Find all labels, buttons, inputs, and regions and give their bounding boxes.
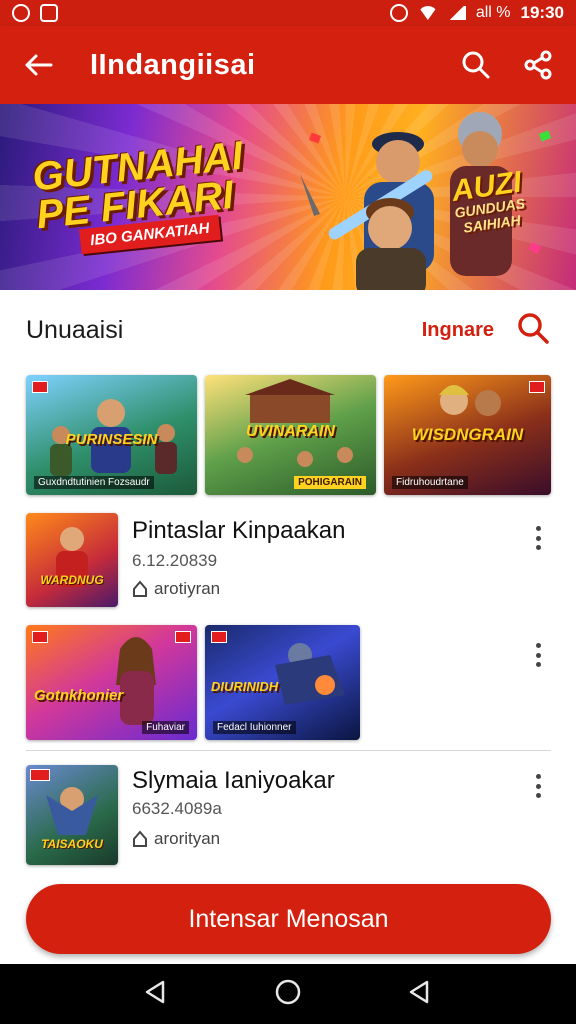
list-item-title: Slymaia Ianiyoakar bbox=[132, 767, 335, 794]
thumbnail-caption: Fuhaviar bbox=[142, 721, 189, 734]
back-button[interactable] bbox=[16, 43, 60, 87]
nav-home-button[interactable] bbox=[274, 978, 302, 1011]
primary-action-button[interactable]: Intensar Menosan bbox=[26, 884, 551, 954]
alarm-icon bbox=[389, 4, 408, 22]
section-title: Unuaaisi bbox=[26, 315, 124, 344]
share-button[interactable] bbox=[516, 43, 560, 87]
thumbnail-title: UVINARAIN bbox=[246, 423, 335, 440]
list-item-meta: 6.12.20839 bbox=[132, 551, 218, 570]
search-icon bbox=[518, 312, 549, 344]
thumbnail-caption: Guxdndtutinien Fozsaudr bbox=[34, 476, 154, 489]
section-header: Unuaaisi Ingnare bbox=[0, 290, 576, 370]
page-title: IIndangiisai bbox=[90, 48, 256, 81]
list-item-owner: arotiyran bbox=[132, 579, 220, 599]
system-nav-bar bbox=[0, 964, 576, 1024]
app-bar: IIndangiisai bbox=[0, 26, 576, 104]
list-item-thumbnail: TAISAOKU bbox=[26, 765, 118, 865]
clock: 19:30 bbox=[520, 3, 564, 22]
thumbnail-caption: Fidruhoudrtane bbox=[392, 476, 468, 489]
list-item-title: Pintaslar Kinpaakan bbox=[132, 517, 346, 544]
house-icon bbox=[133, 830, 147, 847]
arrow-left-icon bbox=[25, 54, 53, 76]
search-button[interactable] bbox=[454, 43, 498, 87]
list-item-owner: arorityan bbox=[132, 829, 220, 849]
thumbnail-title: TAISAOKU bbox=[41, 837, 103, 851]
thumbnail-caption: Fedacl Iuhionner bbox=[213, 721, 296, 734]
thumbnail-title: WARDNUG bbox=[40, 573, 104, 587]
more-options-button[interactable] bbox=[528, 771, 548, 801]
more-options-button[interactable] bbox=[528, 523, 548, 553]
thumbnail-title: WISDNGRAIN bbox=[411, 425, 524, 444]
share-icon bbox=[524, 50, 552, 80]
triangle-recent-icon bbox=[410, 980, 429, 1003]
wifi-icon bbox=[417, 6, 438, 20]
game-thumbnail[interactable]: UVINARAIN POHIGARAIN bbox=[205, 375, 376, 495]
game-thumbnail[interactable]: Gotnkhonier Fuhaviar bbox=[26, 625, 197, 740]
section-search-button[interactable] bbox=[516, 311, 550, 350]
hero-banner[interactable]: GUTNAHAI PE FIKARI IBO GANKATIAH AUZI GU… bbox=[0, 104, 576, 290]
owner-name: arorityan bbox=[154, 829, 221, 848]
status-bar: all % 19:30 bbox=[0, 0, 576, 26]
house-icon bbox=[133, 580, 147, 597]
divider bbox=[26, 750, 551, 751]
thumbnail-title: PURINSESIN bbox=[65, 431, 158, 448]
notification-icon bbox=[12, 4, 30, 22]
signal-icon bbox=[447, 6, 466, 20]
thumbnail-caption: POHIGARAIN bbox=[294, 476, 366, 489]
thumbnail-title: DIURINIDH bbox=[211, 679, 279, 694]
section-link[interactable]: Ingnare bbox=[422, 319, 494, 342]
nav-recent-button[interactable] bbox=[407, 979, 433, 1010]
image-notification-icon bbox=[40, 4, 58, 22]
game-thumbnail[interactable]: WISDNGRAIN Fidruhoudrtane bbox=[384, 375, 551, 495]
list-item-thumbnail: WARDNUG bbox=[26, 513, 118, 607]
thumbnail-title: Gotnkhonier bbox=[34, 687, 124, 704]
game-thumbnail[interactable]: DIURINIDH Fedacl Iuhionner bbox=[205, 625, 360, 740]
game-thumbnail[interactable]: PURINSESIN Guxdndtutinien Fozsaudr bbox=[26, 375, 197, 495]
triangle-back-icon bbox=[145, 980, 164, 1003]
list-item-meta: 6632.4089a bbox=[132, 799, 222, 818]
nav-back-button[interactable] bbox=[143, 979, 169, 1010]
owner-name: arotiyran bbox=[154, 579, 221, 598]
more-options-button[interactable] bbox=[528, 640, 548, 670]
circle-home-icon bbox=[275, 979, 301, 1004]
search-icon bbox=[462, 51, 490, 79]
battery-text: all % bbox=[475, 4, 511, 21]
